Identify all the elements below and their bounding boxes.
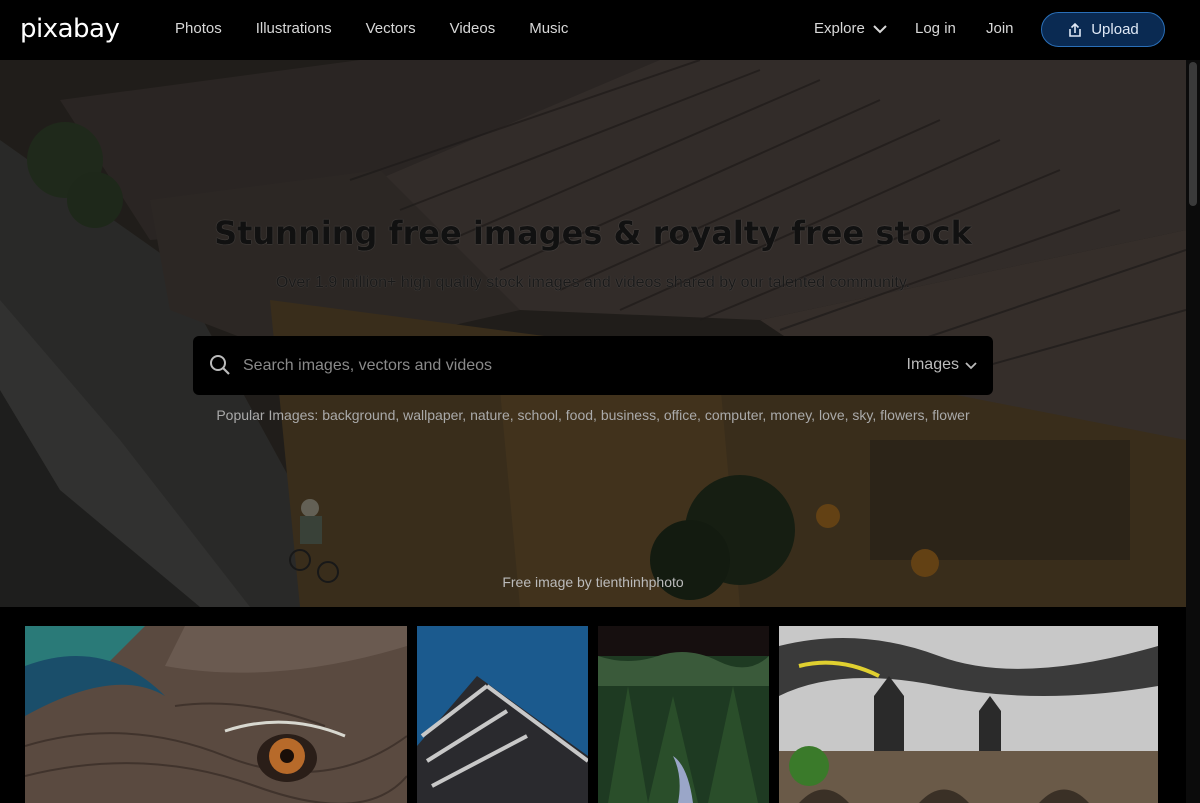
grid-image-forest[interactable] bbox=[598, 626, 769, 803]
hero-section: Stunning free images & royalty free stoc… bbox=[0, 60, 1186, 607]
search-input[interactable] bbox=[243, 336, 863, 395]
scrollbar-thumb[interactable] bbox=[1189, 62, 1197, 206]
top-navigation-bar: pixabay Photos Illustrations Vectors Vid… bbox=[0, 0, 1200, 60]
join-link[interactable]: Join bbox=[986, 20, 1014, 37]
explore-label: Explore bbox=[814, 20, 865, 37]
grid-image-building[interactable] bbox=[417, 626, 588, 803]
popular-label: Popular Images: bbox=[216, 407, 319, 423]
page-scrollbar[interactable] bbox=[1186, 60, 1200, 803]
search-bar: Images bbox=[193, 336, 993, 395]
nav-videos[interactable]: Videos bbox=[450, 20, 496, 37]
search-type-dropdown[interactable]: Images bbox=[907, 356, 977, 374]
search-type-label: Images bbox=[906, 356, 959, 373]
hero-background-image bbox=[0, 60, 1186, 607]
chevron-down-icon bbox=[873, 24, 887, 33]
upload-icon bbox=[1069, 22, 1082, 37]
image-credit[interactable]: Free image by tienthinhphoto bbox=[0, 574, 1186, 590]
hero-title: Stunning free images & royalty free stoc… bbox=[214, 214, 972, 252]
image-grid bbox=[0, 607, 1186, 803]
hero-subtitle: Over 1.9 million+ high quality stock ima… bbox=[275, 274, 911, 291]
upload-label: Upload bbox=[1091, 21, 1139, 38]
grid-image-prague-bridge[interactable] bbox=[779, 626, 1158, 803]
popular-terms[interactable]: background, wallpaper, nature, school, f… bbox=[322, 407, 969, 423]
nav-illustrations[interactable]: Illustrations bbox=[256, 20, 332, 37]
chevron-down-icon bbox=[965, 361, 977, 369]
pixabay-logo[interactable]: pixabay bbox=[20, 14, 120, 44]
explore-menu[interactable]: Explore bbox=[814, 20, 887, 37]
popular-searches: Popular Images: background, wallpaper, n… bbox=[200, 406, 986, 425]
login-link[interactable]: Log in bbox=[915, 20, 956, 37]
main-nav: Photos Illustrations Vectors Videos Musi… bbox=[175, 20, 568, 37]
upload-button[interactable]: Upload bbox=[1041, 12, 1165, 47]
nav-vectors[interactable]: Vectors bbox=[366, 20, 416, 37]
nav-music[interactable]: Music bbox=[529, 20, 568, 37]
nav-photos[interactable]: Photos bbox=[175, 20, 222, 37]
magnifier-icon[interactable] bbox=[209, 354, 231, 376]
grid-image-elephant-eye[interactable] bbox=[25, 626, 407, 803]
